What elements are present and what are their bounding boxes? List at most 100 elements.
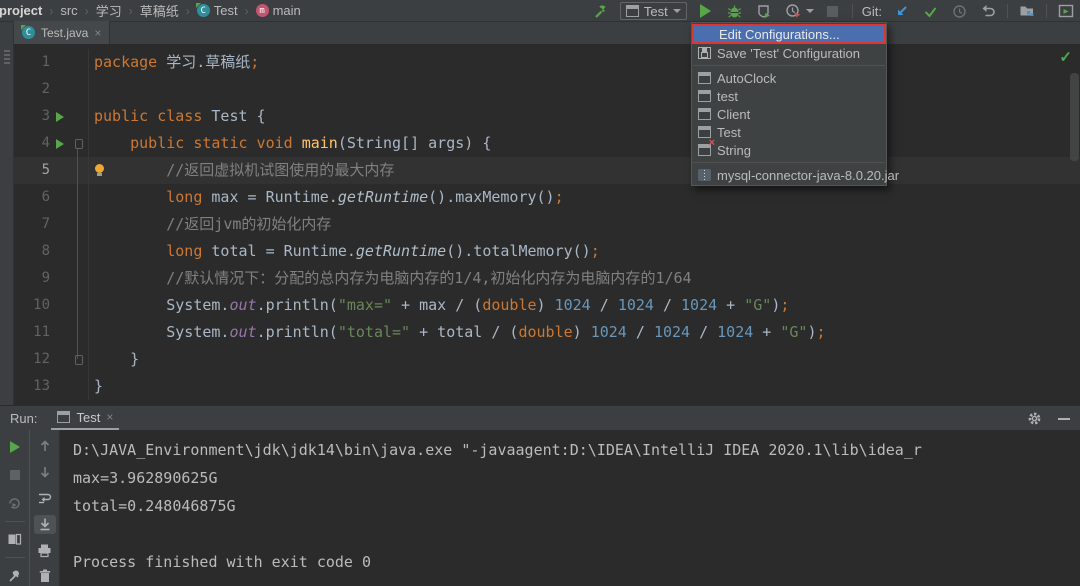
menu-item-9[interactable]: mysql-connector-java-8.0.20.jar: [692, 166, 899, 184]
code-line-12[interactable]: 12 }: [14, 346, 1080, 373]
gutter-run-slot: [50, 138, 69, 149]
inspection-ok-icon[interactable]: ✓: [1059, 48, 1072, 66]
menu-item-5[interactable]: Client: [692, 105, 886, 123]
fold-close-icon[interactable]: [74, 354, 83, 365]
coverage-icon[interactable]: [754, 1, 774, 21]
code-text[interactable]: }: [88, 373, 1080, 400]
breadcrumb-item-main[interactable]: m main: [255, 3, 301, 18]
code-text[interactable]: package 学习.草稿纸;: [88, 49, 1080, 76]
soft-wrap-icon[interactable]: [34, 488, 56, 507]
layout-icon[interactable]: [4, 529, 26, 550]
code-line-3[interactable]: 3 public class Test {: [14, 103, 1080, 130]
console-toolbar: [30, 430, 60, 586]
scroll-to-end-icon[interactable]: [33, 514, 56, 534]
app-config-icon: [57, 411, 71, 423]
menu-item-3[interactable]: AutoClock: [692, 69, 886, 87]
editor-gutter[interactable]: 2: [14, 76, 88, 103]
code-text[interactable]: long max = Runtime.getRuntime().maxMemor…: [88, 184, 1080, 211]
line-number: 2: [41, 81, 50, 97]
profiler-icon[interactable]: [783, 1, 803, 21]
close-icon[interactable]: ×: [106, 410, 113, 424]
code-line-7[interactable]: 7 //返回jvm的初始化内存: [14, 211, 1080, 238]
code-text[interactable]: public class Test {: [88, 103, 1080, 130]
print-icon[interactable]: [34, 541, 56, 560]
code-text[interactable]: //返回jvm的初始化内存: [88, 211, 1080, 238]
editor-scrollbar[interactable]: [1070, 73, 1079, 161]
code-line-4[interactable]: 4 public static void main(String[] args)…: [14, 130, 1080, 157]
breadcrumb-item-src[interactable]: src: [60, 3, 77, 18]
line-number: 9: [41, 270, 50, 286]
hide-panel-icon[interactable]: [1058, 417, 1070, 420]
services-window-icon[interactable]: [1056, 1, 1076, 21]
run-config-menu: Edit Configurations... Save 'Test' Config…: [691, 22, 899, 186]
intention-bulb-icon[interactable]: [95, 164, 104, 176]
build-hammer-icon[interactable]: [591, 1, 611, 21]
code-line-8[interactable]: 8 long total = Runtime.getRuntime().tota…: [14, 238, 1080, 265]
rollback-icon[interactable]: [978, 1, 998, 21]
clear-trash-icon[interactable]: [34, 567, 56, 586]
fold-guide-line: [77, 149, 78, 359]
code-text[interactable]: public static void main(String[] args) {: [88, 130, 1080, 157]
editor-gutter[interactable]: 1: [14, 49, 88, 76]
code-text[interactable]: //返回虚拟机试图使用的最大内存: [88, 157, 1080, 184]
stop-icon: [4, 464, 26, 485]
menu-item-0[interactable]: Edit Configurations...: [692, 24, 886, 44]
menu-separator: [693, 162, 885, 163]
editor-gutter[interactable]: 3: [14, 103, 88, 130]
fold-open-icon[interactable]: [74, 138, 83, 149]
gear-icon[interactable]: [1024, 409, 1044, 429]
breadcrumb-label: 学习: [95, 4, 122, 19]
line-number: 6: [41, 189, 50, 205]
breadcrumb-item-学习[interactable]: 学习: [96, 1, 122, 20]
line-number: 4: [41, 135, 50, 151]
code-line-10[interactable]: 10 System.out.println("max=" + max / (do…: [14, 292, 1080, 319]
run-config-combo[interactable]: Test: [619, 2, 687, 20]
tab-test-java[interactable]: C Test.java ×: [14, 21, 111, 44]
menu-item-label: Test: [717, 124, 741, 140]
run-line-icon[interactable]: [55, 138, 64, 149]
console-line-3: [73, 520, 1080, 548]
menu-item-1[interactable]: Save 'Test' Configuration: [692, 44, 886, 62]
code-text[interactable]: System.out.println("max=" + max / (doubl…: [88, 292, 1080, 319]
code-line-1[interactable]: 1 package 学习.草稿纸;: [14, 49, 1080, 76]
editor-gutter[interactable]: 13: [14, 373, 88, 400]
run-button[interactable]: [696, 1, 716, 21]
down-stack-icon: [34, 462, 56, 481]
top-toolbar: project › src › 学习 › 草稿纸 › C Test › m main Test: [0, 0, 1080, 22]
code-line-9[interactable]: 9 //默认情况下：分配的总内存为电脑内存的1/4,初始化内存为电脑内存的1/6…: [14, 265, 1080, 292]
method-icon: m: [255, 4, 269, 17]
rerun-button[interactable]: [4, 436, 26, 457]
toolbar-right: Test Git:: [591, 0, 1076, 22]
code-text[interactable]: [88, 76, 1080, 103]
run-line-icon[interactable]: [55, 111, 64, 122]
gutter-fold-slot: [69, 138, 88, 149]
code-text[interactable]: System.out.println("total=" + total / (d…: [88, 319, 1080, 346]
code-line-11[interactable]: 11 System.out.println("total=" + total /…: [14, 319, 1080, 346]
code-editor[interactable]: 1 package 学习.草稿纸; 2 3 public class Test {4 p…: [14, 45, 1080, 405]
code-line-6[interactable]: 6 long max = Runtime.getRuntime().maxMem…: [14, 184, 1080, 211]
project-structure-icon[interactable]: [1017, 1, 1037, 21]
breadcrumb-item-草稿纸[interactable]: 草稿纸: [140, 1, 179, 20]
profiler-chevron-icon[interactable]: [805, 9, 814, 13]
close-icon[interactable]: ×: [94, 26, 101, 40]
app-icon: [698, 72, 711, 84]
git-update-icon[interactable]: [891, 1, 911, 21]
breadcrumb-separator: ›: [49, 3, 54, 18]
run-tab-test[interactable]: Test ×: [51, 406, 120, 430]
console-output[interactable]: D:\JAVA_Environment\jdk\jdk14\bin\java.e…: [61, 430, 1080, 586]
menu-item-6[interactable]: Test: [692, 123, 886, 141]
breadcrumb-item-Test[interactable]: C Test: [195, 3, 238, 18]
code-line-13[interactable]: 13}: [14, 373, 1080, 400]
menu-item-7[interactable]: String: [692, 137, 886, 159]
code-text[interactable]: }: [88, 346, 1080, 373]
code-text[interactable]: long total = Runtime.getRuntime().totalM…: [88, 238, 1080, 265]
code-text[interactable]: //默认情况下：分配的总内存为电脑内存的1/4,初始化内存为电脑内存的1/64: [88, 265, 1080, 292]
pin-icon[interactable]: [4, 565, 26, 586]
menu-item-4[interactable]: test: [692, 87, 886, 105]
git-commit-check-icon[interactable]: [920, 1, 940, 21]
save-icon: [698, 47, 711, 59]
debug-bug-icon[interactable]: [725, 1, 745, 21]
breadcrumb-item-project[interactable]: project: [0, 3, 42, 18]
code-line-5[interactable]: 5 //返回虚拟机试图使用的最大内存: [14, 157, 1080, 184]
code-line-2[interactable]: 2: [14, 76, 1080, 103]
